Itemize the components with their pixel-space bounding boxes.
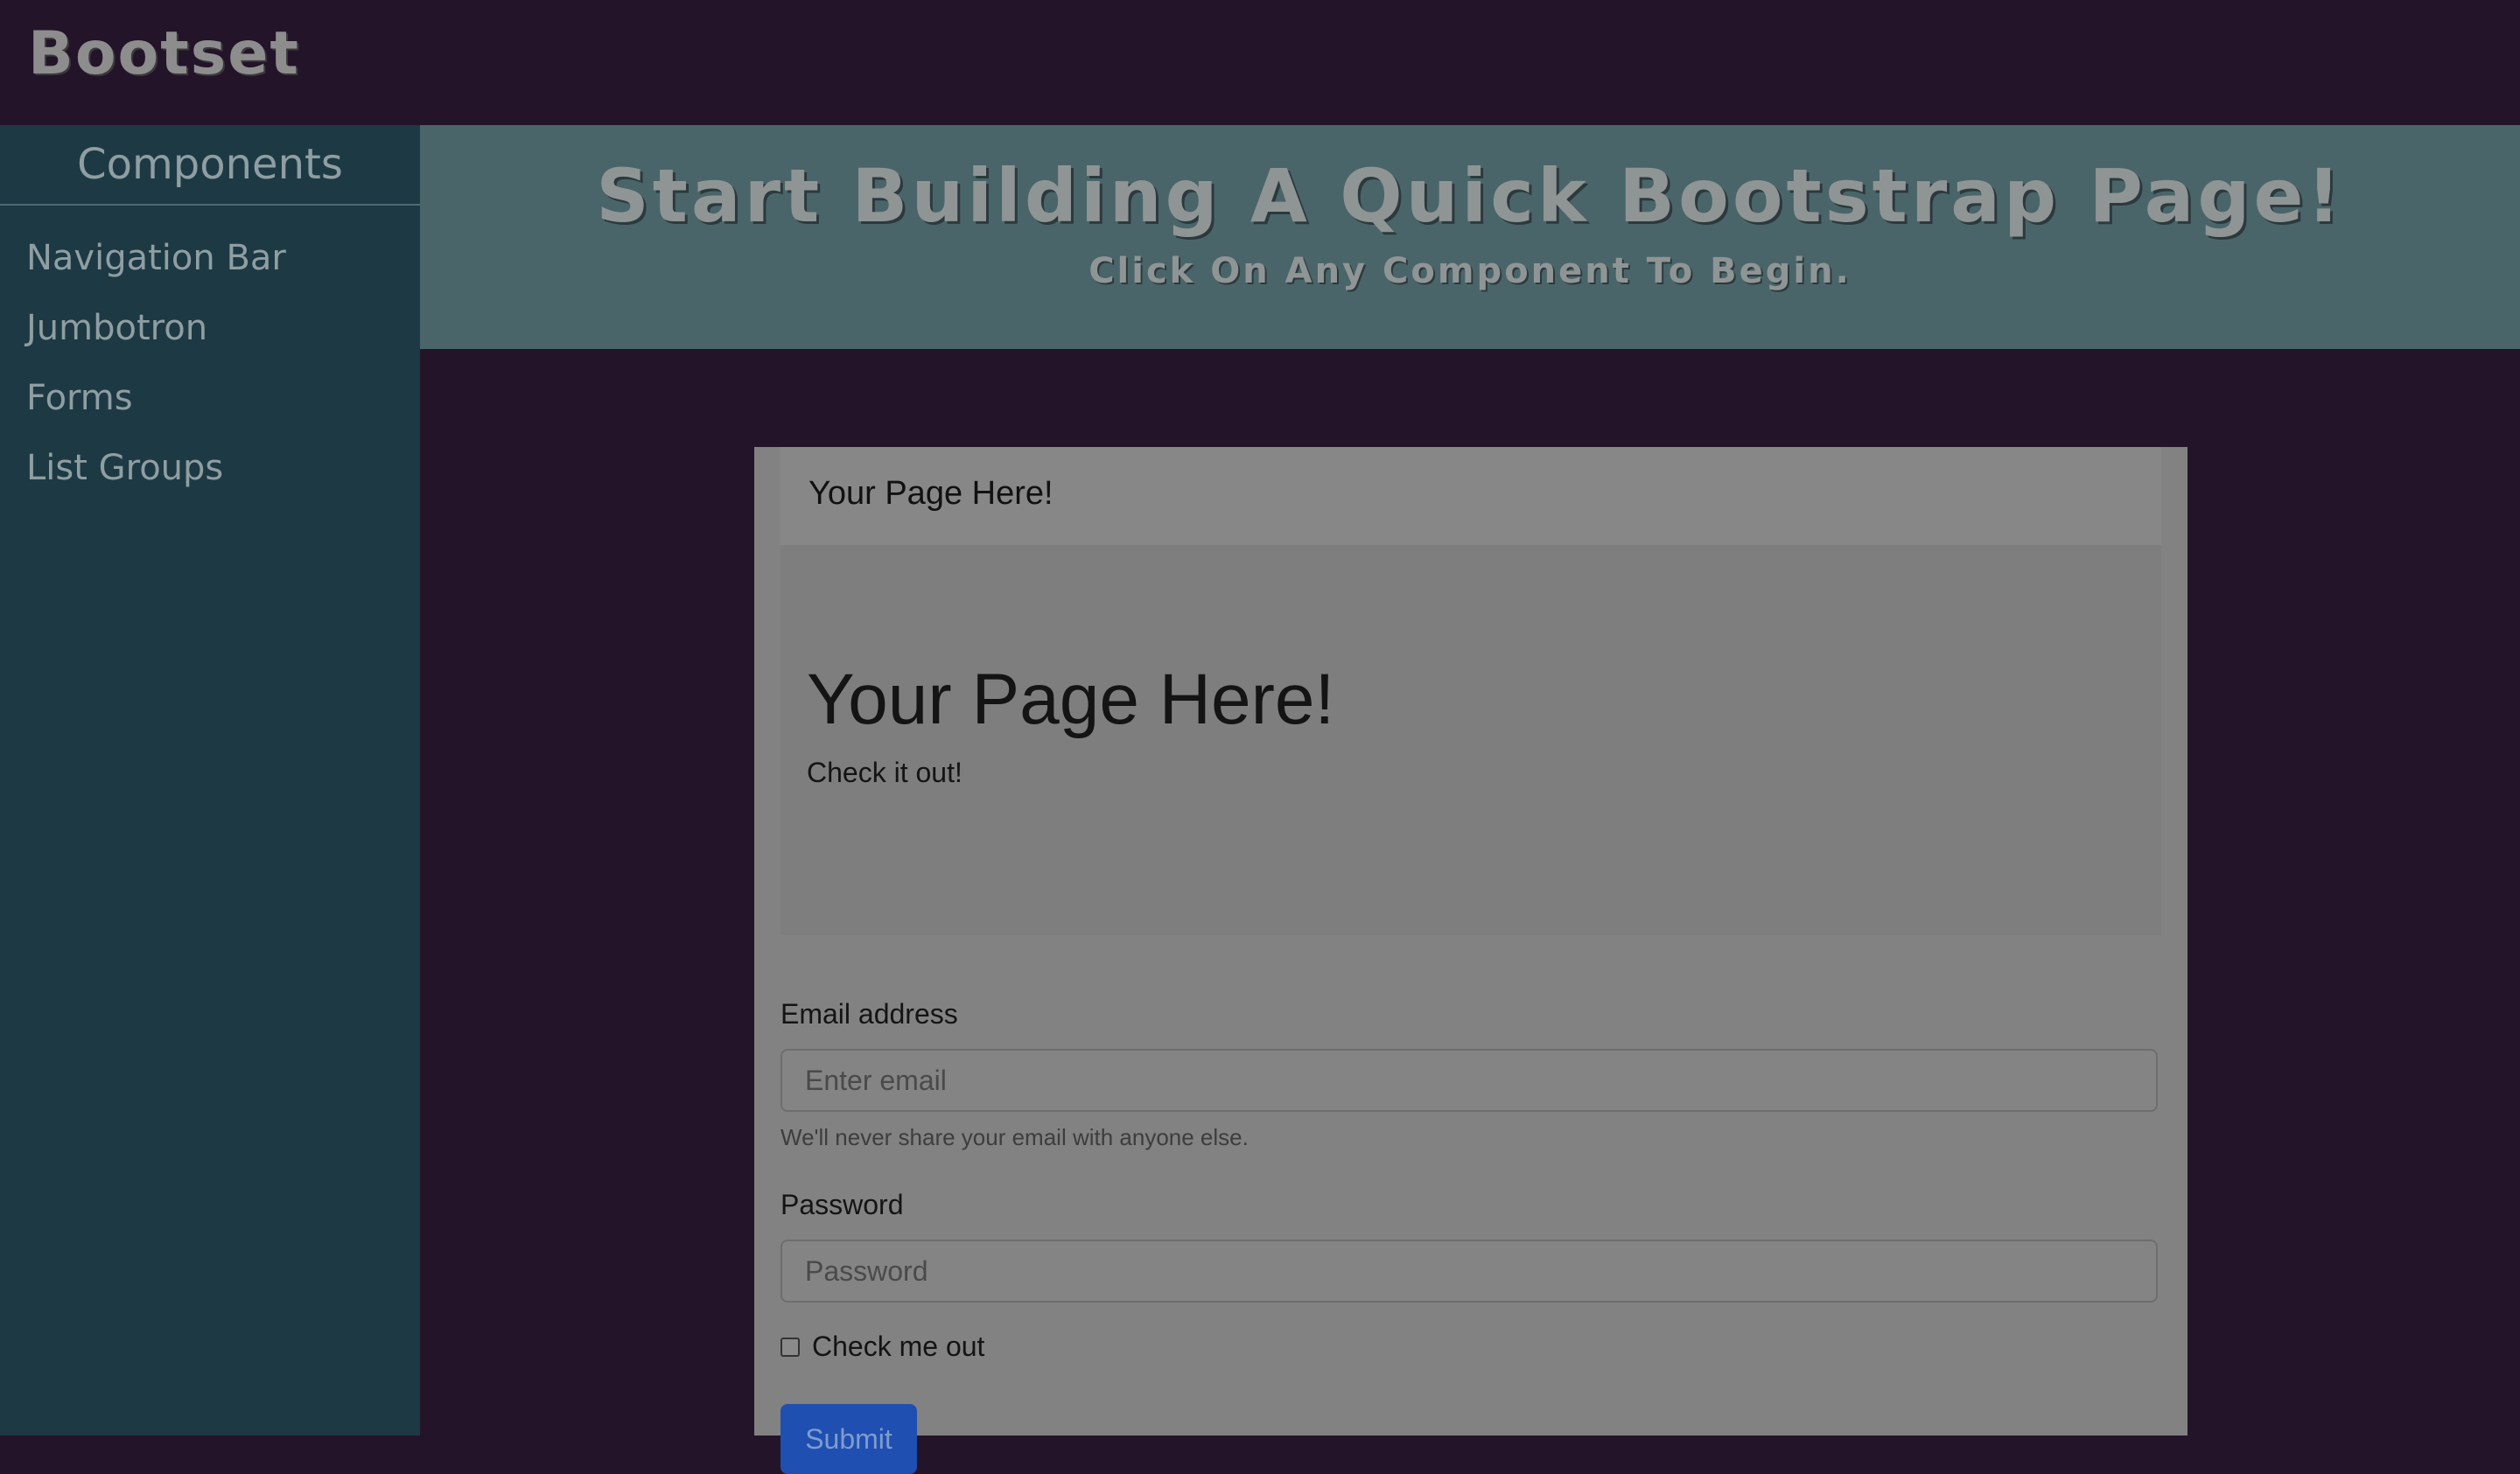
email-help-text: We'll never share your email with anyone… (780, 1124, 1249, 1150)
password-label: Password (780, 1189, 904, 1220)
email-input[interactable] (780, 1049, 2158, 1112)
component-list: Navigation Bar Jumbotron Forms List Grou… (0, 206, 420, 503)
hero-banner: Start Building A Quick Bootstrap Page! C… (420, 125, 2520, 349)
hero-title: Start Building A Quick Bootstrap Page! (596, 153, 2344, 239)
brand-logo[interactable]: Bootset (28, 19, 300, 88)
jumbotron-title: Your Page Here! (807, 660, 1335, 739)
sidebar-item-forms[interactable]: Forms (26, 363, 420, 433)
checkbox-label: Check me out (812, 1331, 985, 1362)
jumbotron-text: Check it out! (807, 757, 962, 788)
sidebar-item-list-groups[interactable]: List Groups (26, 433, 420, 503)
preview-jumbotron[interactable]: Your Page Here! Check it out! (780, 545, 2161, 935)
preview-navbar[interactable]: Your Page Here! (780, 447, 2161, 545)
hero-subtitle: Click On Any Component To Begin. (1088, 251, 1852, 291)
top-bar: Bootset (0, 0, 2520, 125)
sidebar-item-jumbotron[interactable]: Jumbotron (26, 293, 420, 363)
email-label: Email address (780, 998, 958, 1030)
preview-navbar-brand[interactable]: Your Page Here! (808, 475, 1054, 513)
submit-button[interactable]: Submit (780, 1404, 917, 1474)
check-me-out-checkbox[interactable] (780, 1337, 800, 1357)
components-sidebar: Components Navigation Bar Jumbotron Form… (0, 125, 420, 1436)
check-me-out-row[interactable]: Check me out (780, 1331, 984, 1363)
sidebar-title: Components (0, 125, 420, 206)
sidebar-item-navigation-bar[interactable]: Navigation Bar (26, 223, 420, 293)
password-input[interactable] (780, 1240, 2158, 1303)
page-preview: Your Page Here! Your Page Here! Check it… (754, 447, 2188, 1474)
